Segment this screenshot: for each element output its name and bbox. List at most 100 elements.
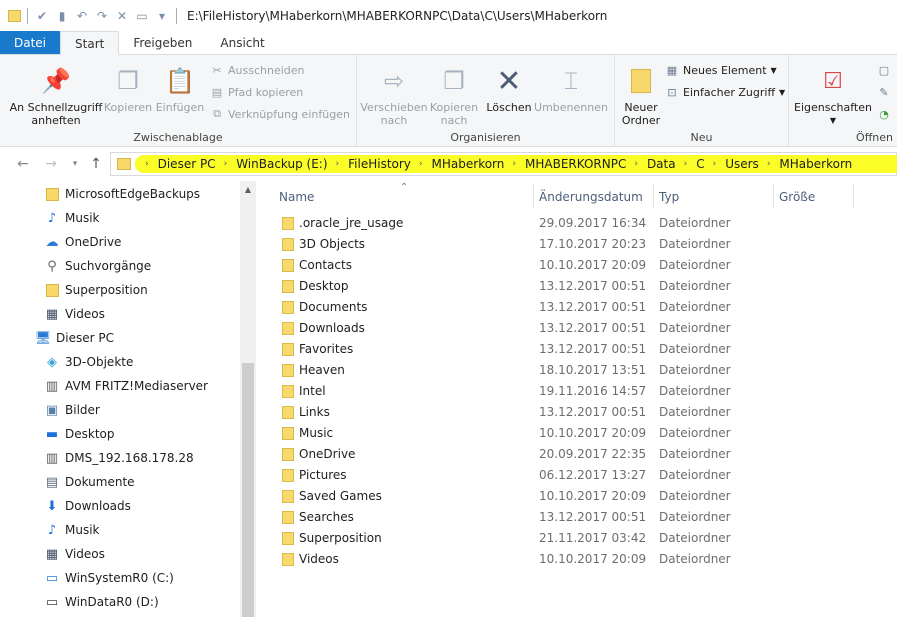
folder-icon — [44, 282, 60, 298]
sidebar-item-videos-2[interactable]: ▦ Videos — [44, 542, 105, 566]
table-row[interactable]: Links 13.12.2017 00:51 Dateiordner — [280, 402, 880, 423]
sidebar-item-windatar0[interactable]: ▭ WinDataR0 (D:) — [44, 590, 159, 614]
sidebar-item-dms[interactable]: ▥ DMS_192.168.178.28 — [44, 446, 194, 470]
recent-locations-chevron-icon[interactable]: ▾ — [66, 155, 84, 173]
sidebar-item-videos[interactable]: ▦ Videos — [44, 302, 105, 326]
table-row[interactable]: .oracle_jre_usage 29.09.2017 16:34 Datei… — [280, 213, 880, 234]
chevron-right-icon: › — [145, 159, 149, 169]
table-row[interactable]: Superposition 21.11.2017 03:42 Dateiordn… — [280, 528, 880, 549]
breadcrumb-item[interactable]: › Data — [626, 157, 675, 171]
column-header-type[interactable]: Typ — [654, 184, 774, 209]
delete-icon[interactable]: ✕ — [114, 8, 130, 24]
breadcrumb-item[interactable]: › WinBackup (E:) — [216, 157, 328, 171]
easy-access-button[interactable]: ⊡ Einfacher Zugriff ▼ — [665, 85, 785, 99]
group-open: ☑ Eigenschaften ▼ ▢ ✎ ◔ Öffnen — [789, 55, 897, 147]
sidebar-item-avm-fritz[interactable]: ▥ AVM FRITZ!Mediaserver — [44, 374, 208, 398]
breadcrumb-item[interactable]: › C — [676, 157, 705, 171]
paste-button[interactable]: 📋 Einfügen — [154, 65, 206, 115]
sidebar-item-dokumente[interactable]: ▤ Dokumente — [44, 470, 135, 494]
copy-to-button[interactable]: ❐ Kopieren nach — [427, 65, 481, 128]
breadcrumb-item[interactable]: › MHaberkorn — [411, 157, 504, 171]
back-arrow-icon[interactable]: ← — [14, 155, 32, 173]
edit-button[interactable]: ✎ — [877, 85, 891, 99]
edit-icon: ✎ — [879, 85, 889, 99]
rename-icon[interactable]: ▭ — [134, 8, 150, 24]
column-header-size[interactable]: Größe — [774, 184, 854, 209]
folder-icon — [282, 532, 294, 545]
new-folder-icon[interactable]: ▮ — [54, 8, 70, 24]
pin-quick-access-button[interactable]: 📌 An Schnellzugriff anheften — [8, 65, 104, 128]
folder-icon — [282, 217, 294, 230]
table-row[interactable]: Favorites 13.12.2017 00:51 Dateiordner — [280, 339, 880, 360]
breadcrumb-item[interactable]: › Dieser PC — [137, 157, 216, 171]
history-button[interactable]: ◔ — [877, 107, 891, 121]
scissors-icon: ✂ — [212, 63, 222, 77]
table-row[interactable]: Intel 19.11.2016 14:57 Dateiordner — [280, 381, 880, 402]
paste-shortcut-button[interactable]: ⧉ Verknüpfung einfügen — [210, 107, 350, 121]
table-row[interactable]: Contacts 10.10.2017 20:09 Dateiordner — [280, 255, 880, 276]
sidebar-item-desktop[interactable]: ▬ Desktop — [44, 422, 115, 446]
properties-icon[interactable]: ✔ — [34, 8, 50, 24]
properties-button[interactable]: ☑ Eigenschaften ▼ — [793, 65, 873, 127]
download-icon: ⬇ — [46, 498, 58, 514]
sidebar-item-dieser-pc[interactable]: 🖥 Dieser PC — [35, 326, 114, 350]
breadcrumb-item[interactable]: › MHaberkorn — [759, 157, 852, 171]
table-row[interactable]: Downloads 13.12.2017 00:51 Dateiordner — [280, 318, 880, 339]
sidebar-item-bilder[interactable]: ▣ Bilder — [44, 398, 100, 422]
sidebar-item-musik[interactable]: ♪ Musik — [44, 206, 100, 230]
forward-arrow-icon[interactable]: → — [42, 155, 60, 173]
sidebar-item-microsoftedgebackups[interactable]: MicrosoftEdgeBackups — [44, 182, 200, 206]
table-row[interactable]: Music 10.10.2017 20:09 Dateiordner — [280, 423, 880, 444]
breadcrumb-item[interactable]: › FileHistory — [328, 157, 411, 171]
copy-button[interactable]: ❐ Kopieren — [104, 65, 152, 115]
up-arrow-icon[interactable]: ↑ — [87, 155, 105, 173]
tab-start[interactable]: Start — [60, 31, 120, 55]
table-row[interactable]: Documents 13.12.2017 00:51 Dateiordner — [280, 297, 880, 318]
delete-button[interactable]: ✕ Löschen — [485, 65, 533, 114]
scrollbar-thumb[interactable] — [242, 363, 254, 617]
address-bar[interactable]: › Dieser PC › WinBackup (E:) › FileHistory … — [110, 152, 897, 176]
path-icon: ▤ — [211, 85, 223, 99]
sidebar-item-onedrive[interactable]: ☁ OneDrive — [44, 230, 122, 254]
table-row[interactable]: Searches 13.12.2017 00:51 Dateiordner — [280, 507, 880, 528]
move-icon: ⇨ — [383, 66, 405, 95]
rename-button[interactable]: ⌶ Umbenennen — [533, 65, 609, 115]
table-row[interactable]: Saved Games 10.10.2017 20:09 Dateiordner — [280, 486, 880, 507]
scroll-up-arrow-icon[interactable]: ▲ — [240, 181, 256, 197]
tab-view[interactable]: Ansicht — [206, 31, 278, 54]
documents-icon: ▤ — [45, 474, 59, 490]
new-item-button[interactable]: ▦ Neues Element ▼ — [665, 63, 777, 77]
column-header-name[interactable]: ⌃ Name — [256, 182, 534, 209]
tab-file[interactable]: Datei — [0, 31, 61, 54]
sidebar-item-superposition[interactable]: Superposition — [44, 278, 148, 302]
open-button[interactable]: ▢ — [877, 63, 891, 77]
copy-path-button[interactable]: ▤ Pfad kopieren — [210, 85, 303, 99]
table-row[interactable]: Videos 10.10.2017 20:09 Dateiordner — [280, 549, 880, 570]
column-header-date[interactable]: Änderungsdatum — [534, 184, 654, 209]
sidebar-item-winsystemr0[interactable]: ▭ WinSystemR0 (C:) — [44, 566, 174, 590]
new-folder-icon — [625, 65, 657, 97]
customize-toolbar-icon[interactable]: ▾ — [154, 8, 170, 24]
redo-icon[interactable]: ↷ — [94, 8, 110, 24]
sidebar-item-musik-2[interactable]: ♪ Musik — [44, 518, 100, 542]
sidebar-item-suchvorgaenge[interactable]: ⚲ Suchvorgänge — [44, 254, 151, 278]
table-row[interactable]: Desktop 13.12.2017 00:51 Dateiordner — [280, 276, 880, 297]
move-to-button[interactable]: ⇨ Verschieben nach — [360, 65, 427, 128]
table-row[interactable]: Heaven 18.10.2017 13:51 Dateiordner — [280, 360, 880, 381]
sidebar-item-3d-objekte[interactable]: ◈ 3D-Objekte — [44, 350, 133, 374]
undo-icon[interactable]: ↶ — [74, 8, 90, 24]
open-icon: ▢ — [878, 63, 890, 77]
breadcrumb-item[interactable]: › MHABERKORNPC — [504, 157, 626, 171]
table-row[interactable]: Pictures 06.12.2017 13:27 Dateiordner — [280, 465, 880, 486]
group-label-open: Öffnen — [856, 131, 893, 144]
table-row[interactable]: 3D Objects 17.10.2017 20:23 Dateiordner — [280, 234, 880, 255]
sidebar-scrollbar[interactable]: ▲ — [240, 181, 256, 617]
new-folder-button[interactable]: Neuer Ordner — [617, 65, 665, 127]
chevron-right-icon: › — [766, 159, 771, 169]
sidebar-item-downloads[interactable]: ⬇ Downloads — [44, 494, 131, 518]
cut-button[interactable]: ✂ Ausschneiden — [210, 63, 304, 77]
tab-share[interactable]: Freigeben — [119, 31, 206, 54]
breadcrumb-item[interactable]: › Users — [705, 157, 759, 171]
table-row[interactable]: OneDrive 20.09.2017 22:35 Dateiordner — [280, 444, 880, 465]
clipboard-icon: 📋 — [165, 66, 195, 95]
